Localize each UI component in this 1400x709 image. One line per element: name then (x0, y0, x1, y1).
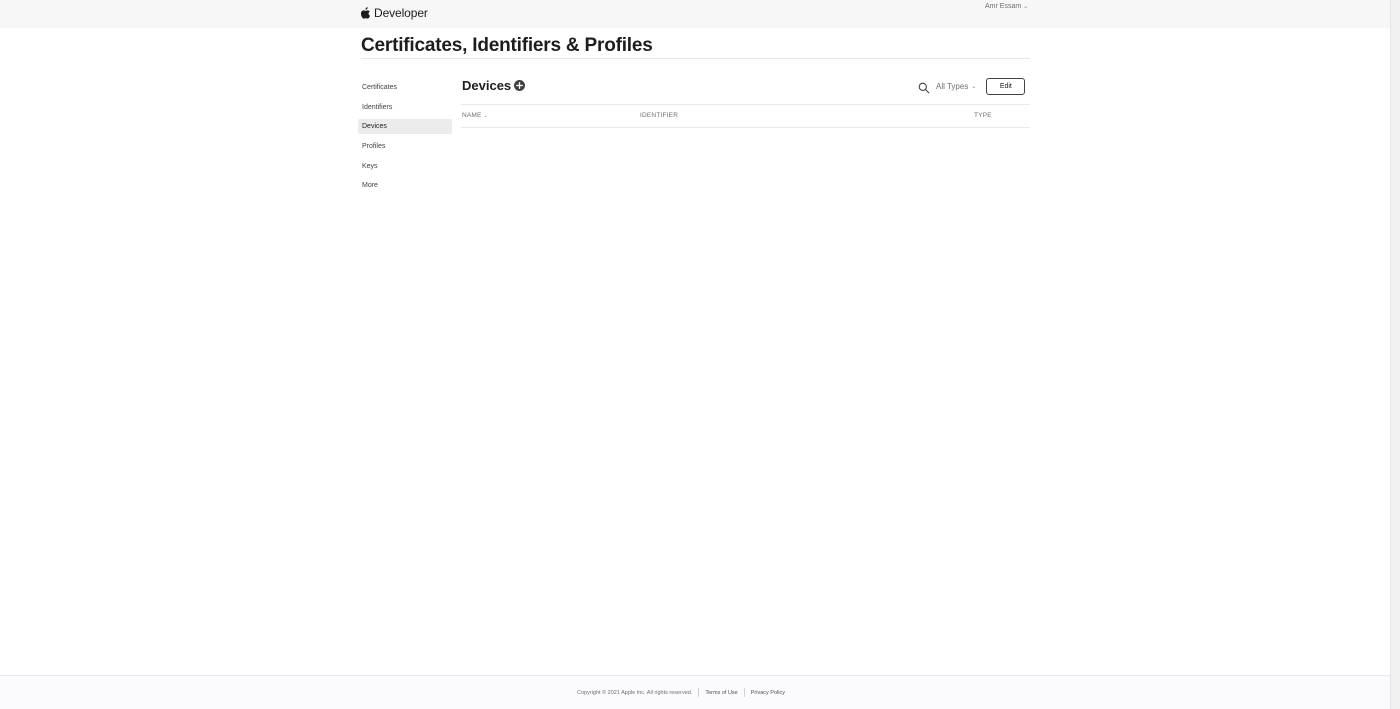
sidebar-nav: Certificates Identifiers Devices Profile… (358, 80, 452, 198)
page-scrollbar[interactable] (1390, 0, 1400, 709)
section-header: Devices (462, 78, 526, 93)
account-name: Amr Essam (985, 3, 1022, 10)
column-header-type: TYPE (974, 112, 992, 119)
sidebar-item-devices[interactable]: Devices (358, 119, 452, 135)
copyright-text: Copyright © 2021 Apple Inc. All rights r… (577, 689, 693, 696)
chevron-down-icon: ⌄ (971, 84, 977, 90)
sidebar-item-certificates[interactable]: Certificates (358, 80, 452, 95)
sidebar-item-more[interactable]: More (358, 178, 452, 193)
terms-of-use-link[interactable]: Terms of Use (705, 690, 737, 696)
table-toolbar: All Types ⌄ Edit (918, 78, 1026, 95)
column-header-name-label: NAME (462, 112, 482, 119)
global-footer: Copyright © 2021 Apple Inc. All rights r… (0, 675, 1390, 709)
sidebar-item-keys[interactable]: Keys (358, 159, 452, 174)
type-filter-dropdown[interactable]: All Types ⌄ (936, 82, 976, 91)
apple-logo-icon (361, 7, 371, 19)
search-icon[interactable] (918, 82, 930, 94)
privacy-policy-link[interactable]: Privacy Policy (751, 690, 785, 696)
footer-divider (743, 688, 745, 697)
column-header-type-label: TYPE (974, 112, 992, 119)
footer-divider (698, 688, 700, 697)
sidebar-item-profiles[interactable]: Profiles (358, 139, 452, 154)
table-top-divider (461, 104, 1030, 105)
table-header-divider (461, 127, 1030, 128)
column-header-name[interactable]: NAME ⌄ (462, 112, 488, 119)
footer-links: Copyright © 2021 Apple Inc. All rights r… (577, 688, 785, 697)
add-device-icon[interactable] (514, 80, 526, 91)
sort-chevron-icon: ⌄ (483, 112, 488, 119)
developer-home-link[interactable]: Developer (361, 6, 428, 20)
title-divider (361, 58, 1030, 59)
page-title: Certificates, Identifiers & Profiles (361, 35, 653, 56)
sidebar-item-identifiers[interactable]: Identifiers (358, 100, 452, 115)
account-menu[interactable]: Amr Essam ⌄ (985, 3, 1028, 10)
type-filter-label: All Types (936, 82, 969, 91)
section-title: Devices (462, 78, 512, 93)
global-header: Developer Amr Essam ⌄ (0, 0, 1390, 28)
brand-label: Developer (374, 6, 428, 20)
column-header-identifier-label: IDENTIFIER (640, 112, 679, 119)
column-header-identifier: IDENTIFIER (640, 112, 678, 119)
chevron-down-icon: ⌄ (1023, 4, 1029, 10)
edit-button[interactable]: Edit (986, 78, 1026, 95)
